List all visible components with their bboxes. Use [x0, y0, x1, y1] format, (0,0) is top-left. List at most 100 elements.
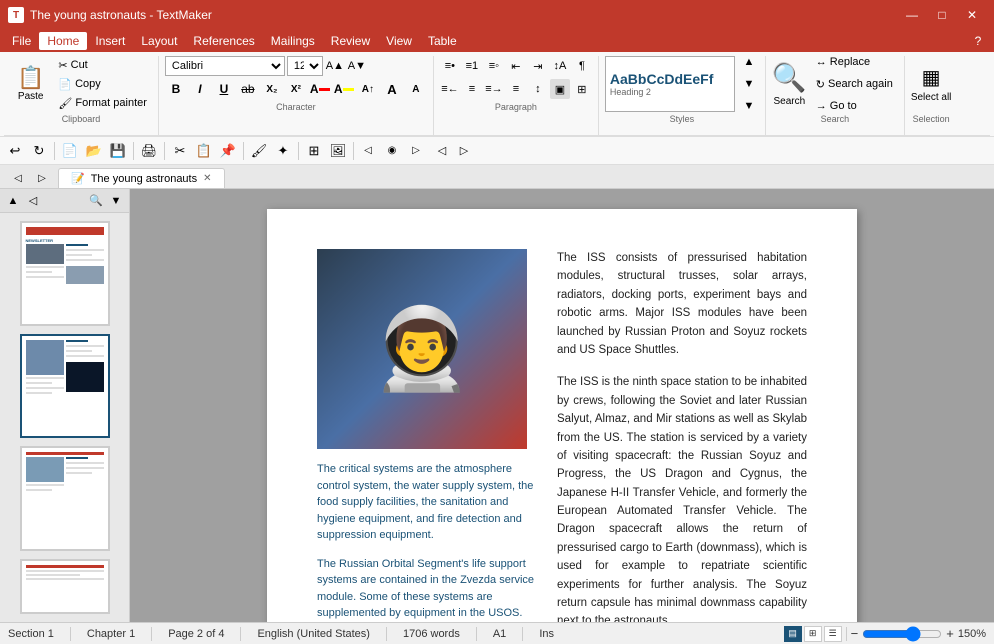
sidebar-search-button[interactable]: 🔍	[87, 192, 105, 210]
close-button[interactable]: ✕	[958, 5, 986, 25]
undo-button[interactable]: ↩	[4, 140, 26, 162]
font-effects-button[interactable]: A↑	[357, 79, 379, 99]
style-more-button[interactable]: ▼	[739, 96, 759, 116]
character-group: Calibri 12 A▲ A▼ B I U ab X₂ X² A	[159, 56, 434, 135]
font-color-button[interactable]: A	[309, 79, 331, 99]
outline-list-button[interactable]: ≡◦	[484, 56, 504, 76]
zoom-out-button[interactable]: −	[851, 626, 859, 641]
copy-toolbar-button[interactable]: 📋	[193, 140, 215, 162]
style-up-button[interactable]: ▲	[739, 52, 759, 72]
font-size-down-button[interactable]: A▼	[347, 56, 367, 76]
print-button[interactable]: 🖨	[138, 140, 160, 162]
status-sep-2	[151, 627, 152, 641]
replace-button[interactable]: ↔ Replace	[811, 53, 898, 71]
menu-insert[interactable]: Insert	[87, 32, 133, 50]
page-thumb-2[interactable]	[20, 334, 110, 439]
zoom-in-button[interactable]: +	[946, 626, 954, 641]
menu-mailings[interactable]: Mailings	[263, 32, 323, 50]
thumb-title-1: NEWSLETTER	[26, 238, 104, 243]
search-group: 🔍 Search ↔ Replace ↻ Search again → Go t…	[766, 56, 905, 135]
menu-references[interactable]: References	[185, 32, 262, 50]
style-down-button[interactable]: ▼	[739, 74, 759, 94]
underline-button[interactable]: U	[213, 79, 235, 99]
open-button[interactable]: 📂	[83, 140, 105, 162]
chapter-status: Chapter 1	[87, 628, 135, 640]
format-painter-button[interactable]: 🖌 Format painter	[53, 94, 152, 112]
align-center-button[interactable]: ≡	[462, 79, 482, 99]
font-size-large-button[interactable]: A	[381, 79, 403, 99]
italic-button[interactable]: I	[189, 79, 211, 99]
thumb-header-1	[26, 227, 104, 235]
line-spacing-button[interactable]: ↕	[528, 79, 548, 99]
sidebar-left-button[interactable]: ◁	[24, 192, 42, 210]
subscript-button[interactable]: X₂	[261, 79, 283, 99]
sidebar-up-button[interactable]: ▲	[4, 192, 22, 210]
table-toolbar-button[interactable]: ⊞	[303, 140, 325, 162]
strikethrough-button[interactable]: ab	[237, 79, 259, 99]
navigator-left-button[interactable]: ◁	[358, 141, 378, 161]
show-formatting-button[interactable]: ¶	[572, 56, 592, 76]
font-selector[interactable]: Calibri	[165, 56, 285, 76]
help-button[interactable]: ?	[966, 32, 990, 50]
bold-button[interactable]: B	[165, 79, 187, 99]
shading-button[interactable]: ▣	[550, 79, 570, 99]
menu-table[interactable]: Table	[420, 32, 465, 50]
bullet-list-button[interactable]: ≡•	[440, 56, 460, 76]
menu-file[interactable]: File	[4, 32, 39, 50]
page-thumb-3[interactable]	[20, 446, 110, 551]
image-toolbar-button[interactable]: 🖼	[327, 140, 349, 162]
menu-view[interactable]: View	[378, 32, 420, 50]
document-area[interactable]: The critical systems are the atmosphere …	[130, 189, 994, 622]
sidebar-menu-button[interactable]: ▼	[107, 192, 125, 210]
format-toolbar-button[interactable]: 🖌	[248, 140, 270, 162]
prev-page-button[interactable]: ◁	[432, 141, 452, 161]
maximize-button[interactable]: □	[928, 5, 956, 25]
justify-button[interactable]: ≡	[506, 79, 526, 99]
navigator-icon[interactable]: ◉	[382, 141, 402, 161]
navigator-right-button[interactable]: ▷	[406, 141, 426, 161]
highlight-button[interactable]: A	[333, 79, 355, 99]
paste-button[interactable]: 📋 Paste	[10, 56, 51, 112]
copy-button[interactable]: 📄 Copy	[53, 75, 152, 93]
paste-toolbar-button[interactable]: 📌	[217, 140, 239, 162]
view-web-button[interactable]: ⊞	[804, 626, 822, 642]
list-controls-row: ≡• ≡1 ≡◦ ⇤ ⇥ ↕A ¶	[440, 56, 592, 76]
sort-button[interactable]: ↕A	[550, 56, 570, 76]
new-button[interactable]: 📄	[59, 140, 81, 162]
tab-left-button[interactable]: ◁	[8, 168, 28, 188]
minimize-button[interactable]: —	[898, 5, 926, 25]
menu-home[interactable]: Home	[39, 32, 87, 50]
font-size-small-button[interactable]: A	[405, 79, 427, 99]
tab-right-button[interactable]: ▷	[32, 168, 52, 188]
redo-button[interactable]: ↻	[28, 140, 50, 162]
page-thumb-1[interactable]: NEWSLETTER	[20, 221, 110, 326]
menu-layout[interactable]: Layout	[133, 32, 185, 50]
style-selector[interactable]: AaBbCcDdEeFf Heading 2	[605, 56, 735, 112]
font-size-selector[interactable]: 12	[287, 56, 323, 76]
thumb-line-16	[66, 462, 104, 464]
document-tab[interactable]: 📝 The young astronauts ✕	[58, 168, 225, 188]
styles-toolbar-button[interactable]: ✦	[272, 140, 294, 162]
goto-button[interactable]: → Go to	[811, 97, 898, 115]
search-btn-container: 🔍 Search	[772, 61, 807, 107]
tab-close-button[interactable]: ✕	[203, 173, 211, 184]
cut-toolbar-button[interactable]: ✂	[169, 140, 191, 162]
page-thumb-4[interactable]	[20, 559, 110, 614]
view-outline-button[interactable]: ☰	[824, 626, 842, 642]
zoom-slider[interactable]	[862, 628, 942, 640]
border-button[interactable]: ⊞	[572, 79, 592, 99]
font-size-up-button[interactable]: A▲	[325, 56, 345, 76]
search-again-button[interactable]: ↻ Search again	[811, 75, 898, 93]
numbered-list-button[interactable]: ≡1	[462, 56, 482, 76]
menu-review[interactable]: Review	[323, 32, 378, 50]
align-right-button[interactable]: ≡→	[484, 79, 504, 99]
save-button[interactable]: 💾	[107, 140, 129, 162]
next-page-button[interactable]: ▷	[454, 141, 474, 161]
superscript-button[interactable]: X²	[285, 79, 307, 99]
cut-button[interactable]: ✂ Cut	[53, 56, 152, 74]
search-icon[interactable]: 🔍	[772, 61, 807, 94]
increase-indent-button[interactable]: ⇥	[528, 56, 548, 76]
decrease-indent-button[interactable]: ⇤	[506, 56, 526, 76]
align-left-button[interactable]: ≡←	[440, 79, 460, 99]
view-page-button[interactable]: ▤	[784, 626, 802, 642]
